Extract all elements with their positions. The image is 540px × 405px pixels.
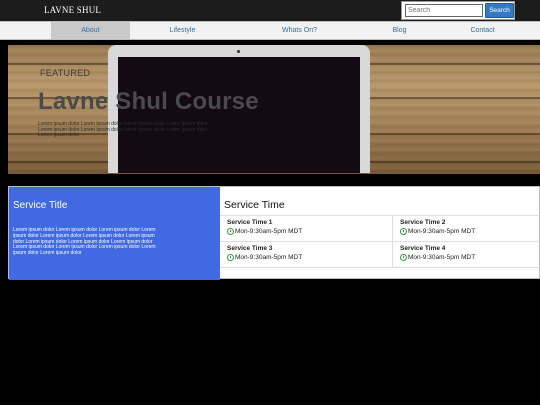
search-input[interactable] (405, 4, 483, 17)
site-brand[interactable]: LAVNE SHUL (44, 5, 101, 15)
clock-icon (400, 228, 407, 235)
service-time-name: Service Time 4 (400, 245, 446, 252)
services-section: Service Title Lorem ipsum dolor Lorem ip… (8, 186, 540, 280)
hero-eyebrow: FEATURED (40, 68, 91, 78)
clock-icon (227, 228, 234, 235)
service-time-card: Service Time 1 Mon-9:30am-5pm MDT (220, 216, 392, 242)
service-time-name: Service Time 3 (227, 245, 273, 252)
nav-item-blog[interactable]: Blog (360, 22, 439, 39)
service-time-grid: Service Time 1 Mon-9:30am-5pm MDT Servic… (220, 215, 540, 268)
clock-icon (227, 254, 234, 261)
search-form: Search (401, 1, 515, 20)
nav-item-lifestyle[interactable]: Lifestyle (143, 22, 222, 39)
service-time-text: Mon-9:30am-5pm MDT (235, 228, 303, 235)
hero-title: Lavne Shul Course (38, 88, 259, 115)
search-button[interactable]: Search (485, 3, 514, 18)
service-time-card: Service Time 3 Mon-9:30am-5pm MDT (220, 242, 392, 268)
nav-item-contact[interactable]: Contact (443, 22, 522, 39)
top-bar: LAVNE SHUL Search (0, 0, 540, 21)
hero-description: Lorem ipsum dolor Lorem ipsum dolor Lore… (38, 121, 208, 139)
service-time-card: Service Time 4 Mon-9:30am-5pm MDT (392, 242, 540, 268)
service-intro-panel: Service Title Lorem ipsum dolor Lorem ip… (9, 187, 220, 280)
service-time-card: Service Time 2 Mon-9:30am-5pm MDT (392, 216, 540, 242)
service-time-text: Mon-9:30am-5pm MDT (408, 228, 476, 235)
service-title: Service Title (13, 200, 68, 211)
main-nav: About Lifestyle Whats On? Blog Contact (0, 21, 540, 40)
service-time-value: Mon-9:30am-5pm MDT (400, 228, 475, 235)
service-description: Lorem ipsum dolor Lorem ipsum dolor Lore… (13, 227, 156, 257)
clock-icon (400, 254, 407, 261)
service-time-name: Service Time 1 (227, 219, 273, 226)
service-time-text: Mon-9:30am-5pm MDT (235, 254, 303, 261)
featured-hero[interactable]: FEATURED Lavne Shul Course Lorem ipsum d… (8, 45, 540, 174)
nav-item-whats-on[interactable]: Whats On? (260, 22, 339, 39)
nav-item-about[interactable]: About (51, 22, 130, 39)
service-time-heading: Service Time (224, 199, 285, 211)
service-time-text: Mon-9:30am-5pm MDT (408, 254, 476, 261)
service-time-value: Mon-9:30am-5pm MDT (227, 228, 302, 235)
service-time-value: Mon-9:30am-5pm MDT (227, 254, 302, 261)
service-time-value: Mon-9:30am-5pm MDT (400, 254, 475, 261)
service-time-name: Service Time 2 (400, 219, 446, 226)
laptop-camera (237, 50, 240, 53)
